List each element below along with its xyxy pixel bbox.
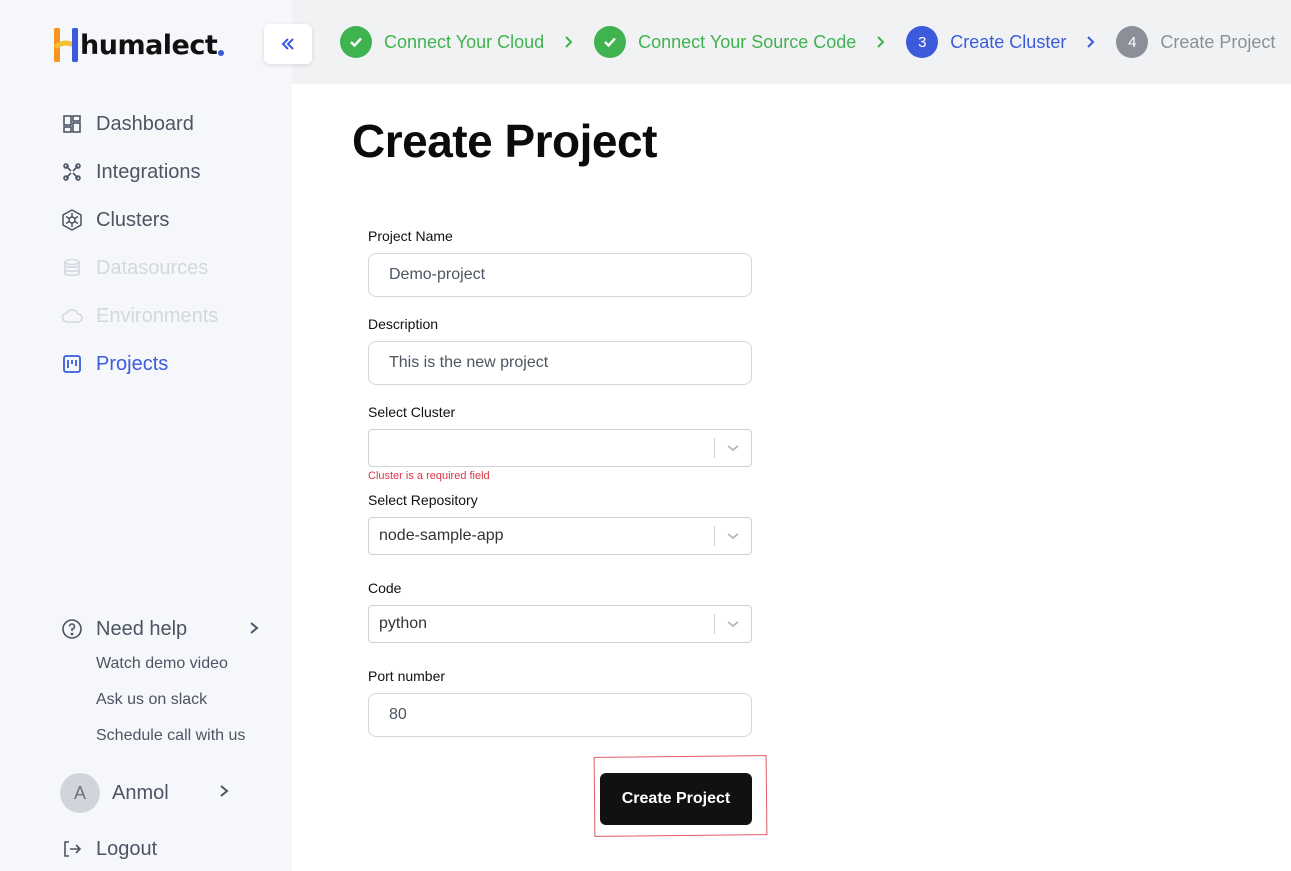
code-group: Code python xyxy=(368,578,752,666)
avatar: A xyxy=(60,773,100,813)
step-label: Connect Your Source Code xyxy=(638,31,857,52)
chevron-right-icon xyxy=(218,784,230,803)
port-number-label: Port number xyxy=(368,668,446,684)
brand-dot xyxy=(218,50,225,56)
integrations-icon xyxy=(60,160,84,184)
user-name: Anmol xyxy=(112,781,169,804)
port-number-input[interactable] xyxy=(368,693,752,737)
select-repository-label: Select Repository xyxy=(368,492,478,508)
double-chevron-left-icon xyxy=(281,38,294,50)
brand-name: humalect xyxy=(80,29,218,61)
cluster-group: Select Cluster Cluster is a required fie… xyxy=(368,402,752,490)
need-help-label: Need help xyxy=(96,617,188,640)
cluster-select[interactable] xyxy=(368,429,752,467)
database-icon xyxy=(60,256,84,280)
cluster-icon xyxy=(60,208,84,232)
user-menu[interactable]: A Anmol xyxy=(60,773,230,813)
step-create-project[interactable]: 4 Create Project xyxy=(1116,26,1275,58)
page-title: Create Project xyxy=(352,115,657,167)
logout-button[interactable]: Logout xyxy=(60,835,157,863)
description-group: Description xyxy=(368,314,752,402)
help-circle-icon xyxy=(60,617,84,641)
projects-icon xyxy=(60,352,84,376)
watch-demo-link[interactable]: Watch demo video xyxy=(96,646,260,682)
step-label: Create Cluster xyxy=(950,31,1067,52)
logout-icon xyxy=(60,837,84,861)
sidebar-item-label: Datasources xyxy=(96,256,209,279)
step-number: 4 xyxy=(1116,26,1149,58)
sidebar-item-label: Environments xyxy=(96,304,219,327)
sidebar-item-dashboard[interactable]: Dashboard xyxy=(60,100,218,148)
chevron-right-icon xyxy=(876,35,886,49)
brand-logo[interactable]: humalect xyxy=(54,28,225,62)
need-help-toggle[interactable]: Need help xyxy=(60,612,260,646)
step-connect-source[interactable]: Connect Your Source Code xyxy=(594,26,856,58)
repository-select-value: node-sample-app xyxy=(379,527,504,544)
port-group: Port number xyxy=(368,666,752,754)
logout-label: Logout xyxy=(96,837,158,860)
project-name-label: Project Name xyxy=(368,228,453,244)
step-number: 3 xyxy=(906,26,939,58)
create-project-button[interactable]: Create Project xyxy=(600,773,752,825)
select-cluster-label: Select Cluster xyxy=(368,404,456,420)
schedule-call-link[interactable]: Schedule call with us xyxy=(96,718,260,754)
code-label: Code xyxy=(368,580,402,596)
step-connect-cloud[interactable]: Connect Your Cloud xyxy=(340,26,544,58)
sidebar-item-environments: Environments xyxy=(60,292,218,340)
create-project-form: Project Name Description Select Cluster … xyxy=(368,226,752,754)
sidebar-item-integrations[interactable]: Integrations xyxy=(60,148,218,196)
sidebar-item-label: Projects xyxy=(96,352,169,375)
description-label: Description xyxy=(368,316,439,332)
slack-link[interactable]: Ask us on slack xyxy=(96,682,260,718)
step-label: Connect Your Cloud xyxy=(384,31,545,52)
chevron-down-icon[interactable] xyxy=(715,619,751,629)
step-create-cluster[interactable]: 3 Create Cluster xyxy=(906,26,1066,58)
sidebar: humalect Dashboard Integrations Clusters… xyxy=(0,0,292,871)
chevron-down-icon[interactable] xyxy=(715,443,751,453)
code-select-value: python xyxy=(379,615,428,632)
project-name-input[interactable] xyxy=(368,253,752,297)
description-input[interactable] xyxy=(368,341,752,385)
repository-select[interactable]: node-sample-app xyxy=(368,517,752,555)
onboarding-stepper: Connect Your Cloud Connect Your Source C… xyxy=(292,0,1291,84)
sidebar-item-datasources: Datasources xyxy=(60,244,218,292)
dashboard-icon xyxy=(60,112,84,136)
repository-group: Select Repository node-sample-app xyxy=(368,490,752,578)
code-select[interactable]: python xyxy=(368,605,752,643)
chevron-right-icon xyxy=(248,618,260,641)
step-label: Create Project xyxy=(1160,31,1276,52)
chevron-right-icon xyxy=(1086,35,1096,49)
chevron-down-icon[interactable] xyxy=(715,531,751,541)
cloud-icon xyxy=(60,304,84,328)
project-name-group: Project Name xyxy=(368,226,752,314)
sidebar-nav: Dashboard Integrations Clusters Datasour… xyxy=(60,100,218,388)
check-icon xyxy=(594,26,627,58)
humalect-logo-icon xyxy=(54,28,78,62)
help-section: Need help Watch demo video Ask us on sla… xyxy=(60,612,260,754)
collapse-sidebar-button[interactable] xyxy=(264,24,312,64)
sidebar-item-label: Integrations xyxy=(96,160,201,183)
sidebar-item-label: Clusters xyxy=(96,208,170,231)
sidebar-item-clusters[interactable]: Clusters xyxy=(60,196,218,244)
sidebar-item-label: Dashboard xyxy=(96,112,194,135)
chevron-right-icon xyxy=(564,35,574,49)
cluster-error-text: Cluster is a required field xyxy=(368,470,490,482)
check-icon xyxy=(340,26,372,58)
sidebar-item-projects[interactable]: Projects xyxy=(60,340,218,388)
